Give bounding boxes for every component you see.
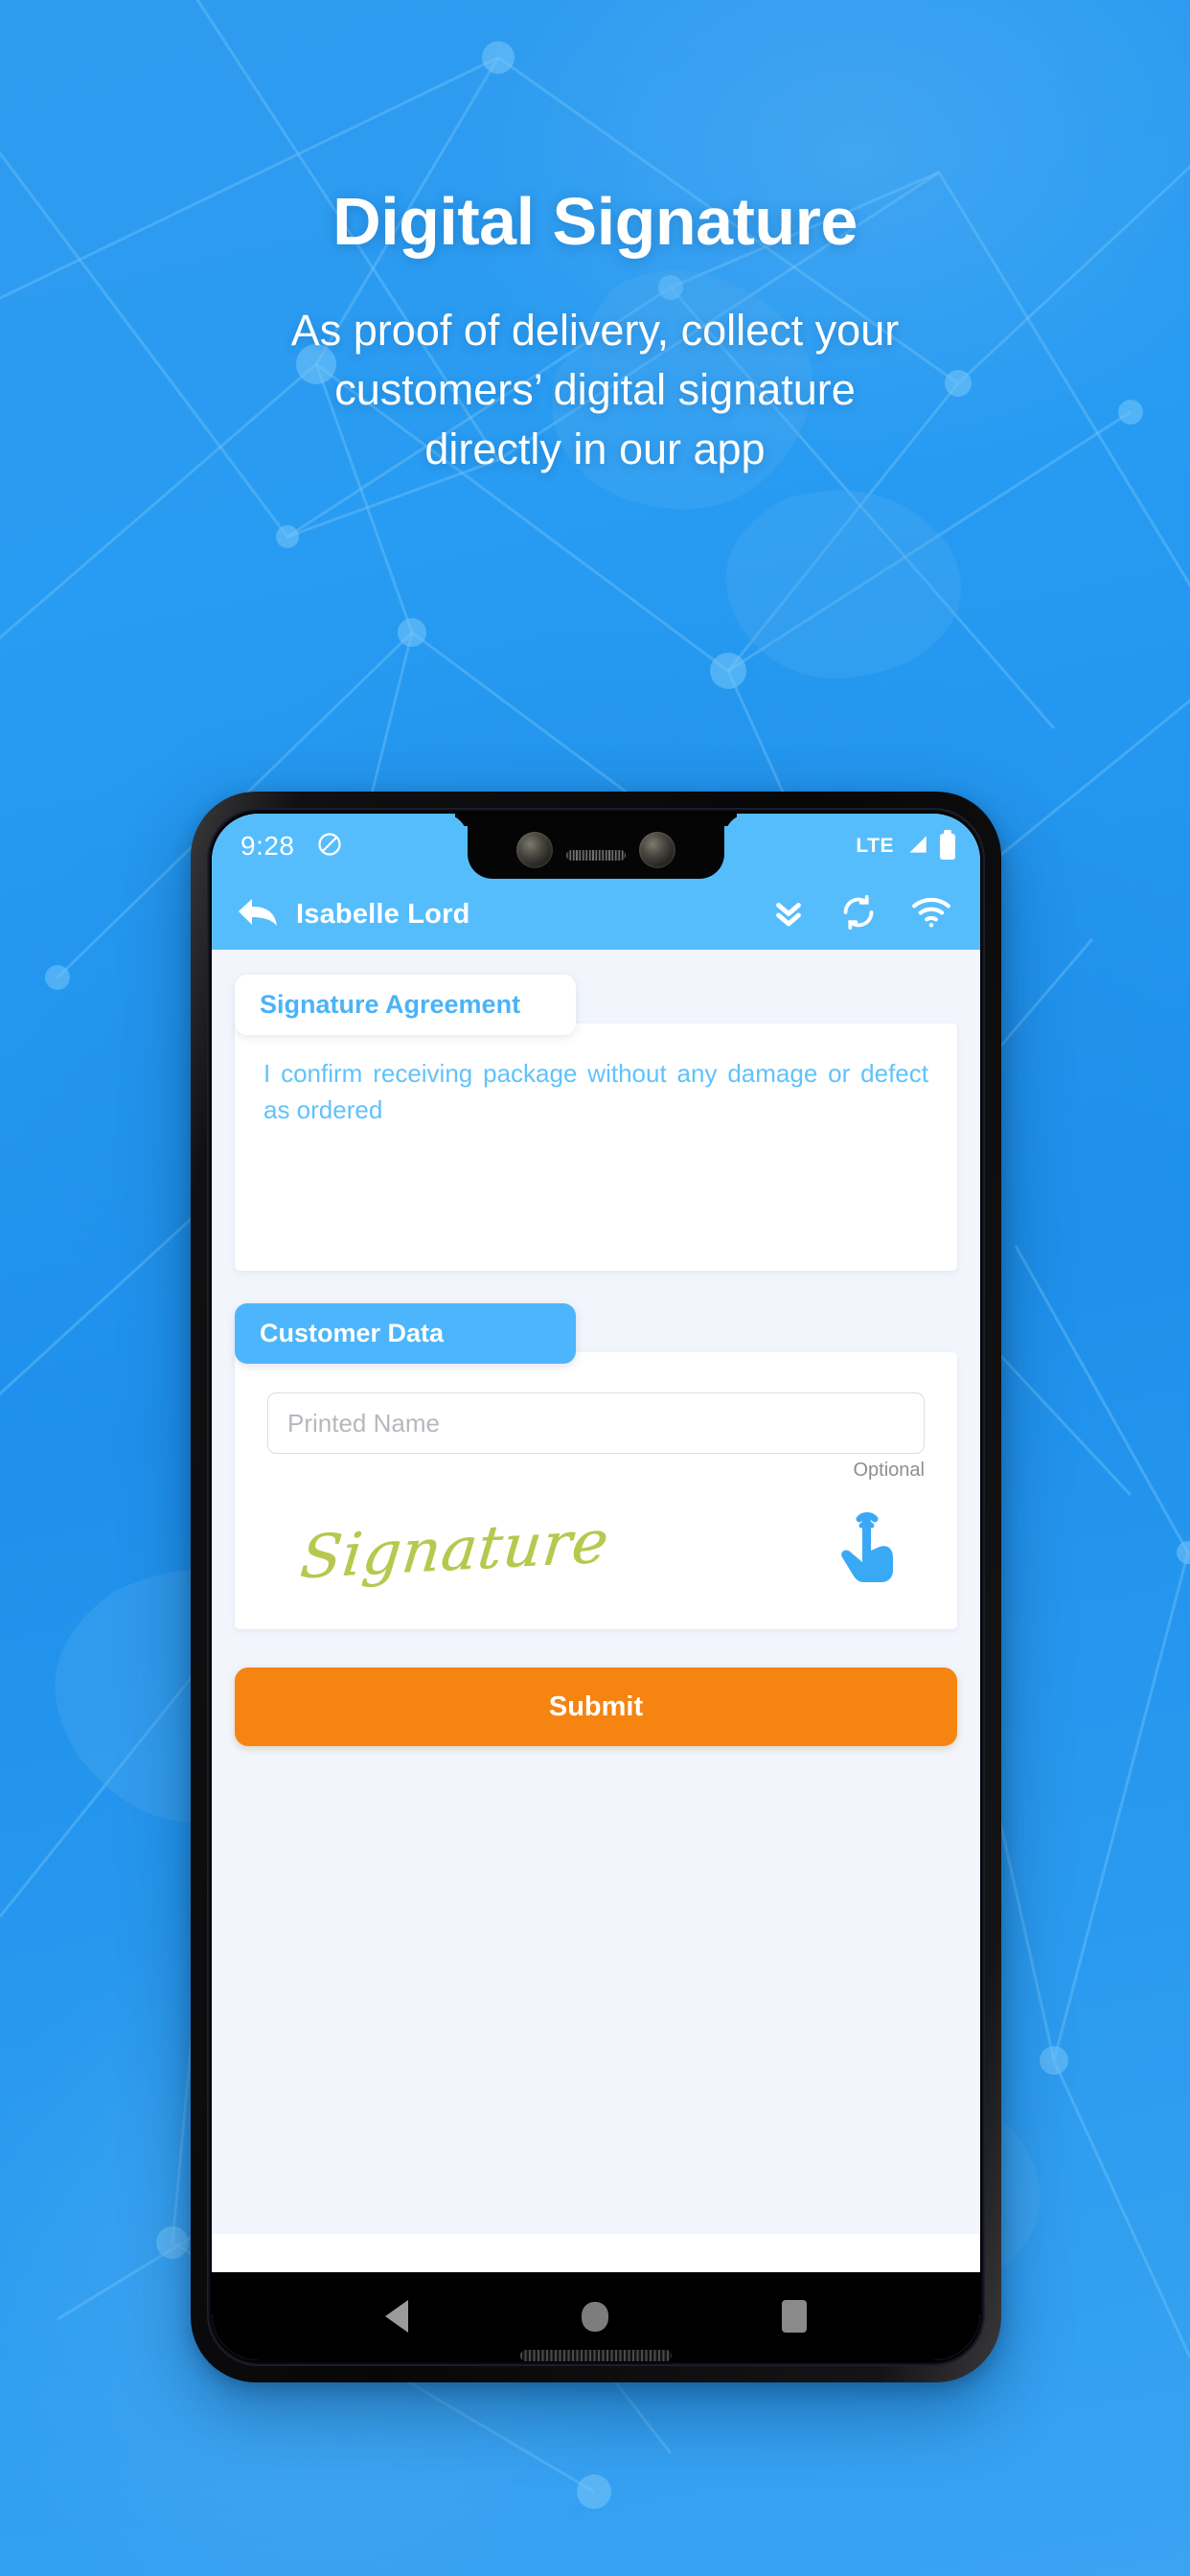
earpiece-speaker-icon xyxy=(566,849,626,861)
app-bar-actions xyxy=(771,894,951,935)
submit-button[interactable]: Submit xyxy=(235,1668,957,1746)
promo-header: Digital Signature As proof of delivery, … xyxy=(0,188,1190,479)
signature-agreement-section: Signature Agreement I confirm receiving … xyxy=(235,975,957,1271)
page-title: Digital Signature xyxy=(332,184,858,259)
signature-pad[interactable]: Signature xyxy=(267,1487,925,1610)
app-bar: Isabelle Lord xyxy=(212,879,980,950)
app-bar-title: Isabelle Lord xyxy=(296,898,470,930)
status-time: 9:28 xyxy=(240,831,295,861)
subtitle-line-1: As proof of delivery, collect your xyxy=(290,306,900,355)
screen-bottom-strip xyxy=(212,2234,980,2272)
network-type-label: LTE xyxy=(856,835,894,857)
page-subtitle: As proof of delivery, collect your custo… xyxy=(57,301,1133,479)
signature-stroke: Signature xyxy=(297,1506,613,1592)
bottom-speaker-grille xyxy=(520,2350,672,2361)
subtitle-line-2: customers’ digital signature xyxy=(334,365,856,415)
wifi-icon[interactable] xyxy=(911,897,951,932)
nav-home-circle-icon[interactable] xyxy=(581,2301,608,2332)
status-bar-left: 9:28 xyxy=(240,831,343,862)
do-not-disturb-icon xyxy=(316,831,343,862)
sync-refresh-icon[interactable] xyxy=(840,894,877,935)
screen-content: Signature Agreement I confirm receiving … xyxy=(212,950,980,2234)
front-camera-secondary-icon xyxy=(639,832,675,868)
phone-notch xyxy=(468,814,724,879)
back-arrow-icon[interactable] xyxy=(237,896,279,933)
android-nav-bar xyxy=(212,2272,980,2360)
customer-data-section: Customer Data Optional Signature xyxy=(235,1303,957,1629)
customer-data-card: Optional Signature xyxy=(235,1352,957,1629)
phone-screen: 9:28 LTE Isabelle Lord Signature Agreeme… xyxy=(212,814,980,2360)
nav-recents-square-icon[interactable] xyxy=(782,2300,808,2333)
agreement-body-text: I confirm receiving package without any … xyxy=(263,1059,928,1124)
signature-agreement-header: Signature Agreement xyxy=(235,975,576,1035)
printed-name-input[interactable] xyxy=(267,1392,925,1454)
tap-hand-icon xyxy=(836,1509,896,1589)
signature-agreement-card: I confirm receiving package without any … xyxy=(235,1024,957,1271)
signal-bars-icon xyxy=(904,832,929,862)
nav-back-triangle-icon[interactable] xyxy=(384,2300,408,2333)
customer-data-header: Customer Data xyxy=(235,1303,576,1364)
subtitle-line-3: directly in our app xyxy=(424,425,766,474)
battery-full-icon xyxy=(940,829,955,860)
front-camera-icon xyxy=(516,832,553,868)
phone-bezel: 9:28 LTE Isabelle Lord Signature Agreeme… xyxy=(207,808,985,2366)
double-chevron-down-icon[interactable] xyxy=(771,895,806,934)
phone-mockup: 9:28 LTE Isabelle Lord Signature Agreeme… xyxy=(191,792,1001,2382)
optional-label: Optional xyxy=(853,1460,926,1481)
status-bar-right: LTE xyxy=(856,829,955,862)
